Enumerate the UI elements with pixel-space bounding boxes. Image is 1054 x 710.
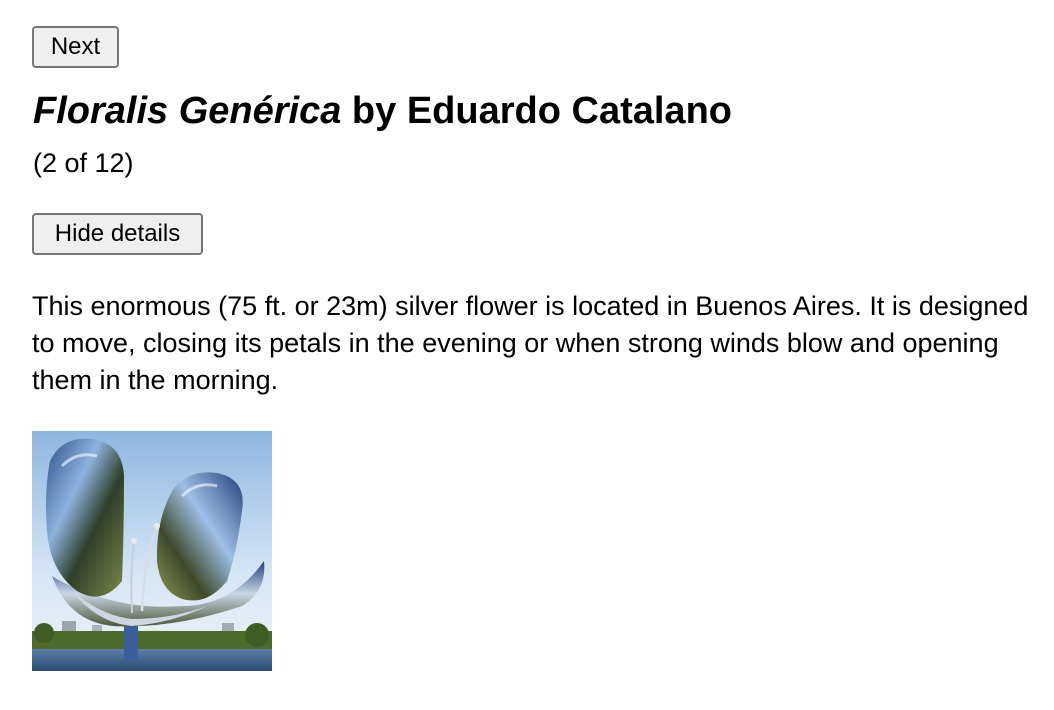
artist-credit: by Eduardo Catalano	[341, 90, 732, 132]
slide-counter: (2 of 12)	[33, 148, 134, 178]
page-title: Floralis Genérica by Eduardo Catalano	[33, 88, 732, 134]
artwork-description: This enormous (75 ft. or 23m) silver flo…	[32, 291, 1029, 395]
hide-details-button[interactable]: Hide details	[32, 213, 203, 255]
artwork-image	[32, 431, 272, 671]
next-button[interactable]: Next	[32, 26, 119, 68]
artwork-title: Floralis Genérica	[33, 90, 342, 132]
